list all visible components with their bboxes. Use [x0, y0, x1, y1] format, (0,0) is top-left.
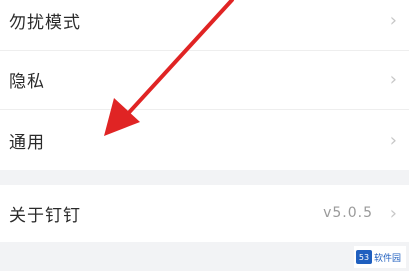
- red-pointer-arrow-icon: [104, 0, 234, 136]
- watermark-badge: 53: [356, 250, 372, 264]
- watermark-logo: 53 软件园: [354, 246, 406, 268]
- watermark-text: 软件园: [374, 253, 402, 264]
